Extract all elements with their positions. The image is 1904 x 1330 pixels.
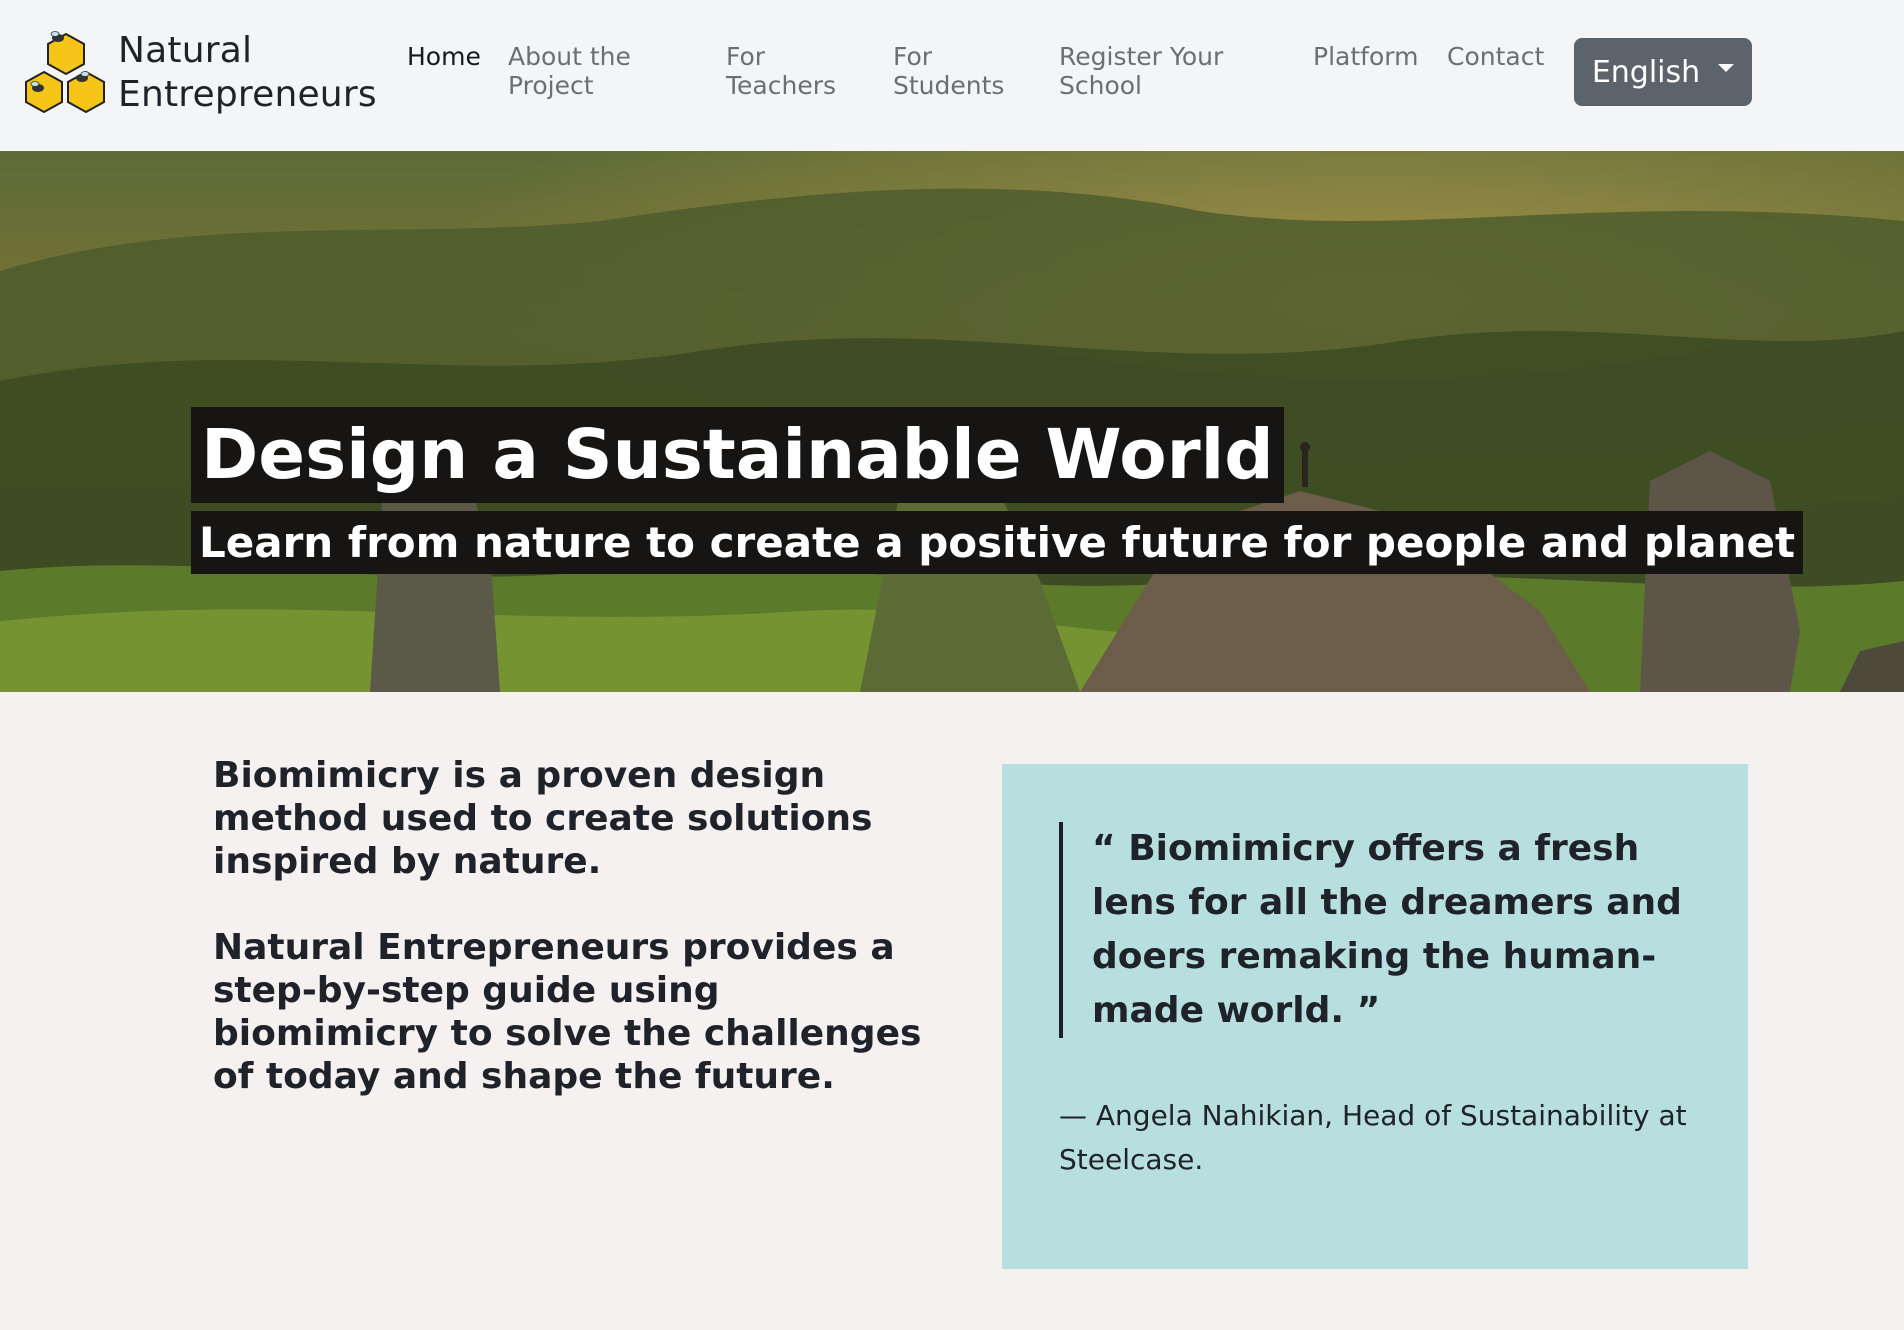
brand-name-line1: Natural <box>118 30 253 71</box>
blockquote-border <box>1059 822 1063 1038</box>
intro-text: Biomimicry is a proven design method use… <box>213 754 938 1141</box>
nav-contact[interactable]: Contact <box>1447 42 1544 71</box>
intro-paragraph-1: Biomimicry is a proven design method use… <box>213 755 873 882</box>
hero-banner: Design a Sustainable World Learn from na… <box>0 151 1904 692</box>
nav-about-label-line1: About the <box>508 42 631 71</box>
nav-teachers-label-line1: For <box>726 42 766 71</box>
language-dropdown-button[interactable]: English <box>1574 38 1752 106</box>
language-label: English <box>1591 54 1701 90</box>
nav-teachers-label-line2: Teachers <box>726 71 836 100</box>
nav-for-students[interactable]: For Students <box>893 42 1004 100</box>
nav-platform[interactable]: Platform <box>1313 42 1418 71</box>
navbar: Natural Entrepreneurs Home About the Pro… <box>0 0 1904 151</box>
caret-down-icon <box>1718 64 1735 72</box>
nav-for-teachers[interactable]: For Teachers <box>726 42 836 100</box>
nav-about-project[interactable]: About the Project <box>508 42 631 100</box>
nav-home[interactable]: Home <box>407 42 481 71</box>
nav-students-label-line1: For <box>893 42 933 71</box>
brand-home-link[interactable]: Natural Entrepreneurs <box>22 26 377 120</box>
nav-register-label-line1: Register Your <box>1059 42 1224 71</box>
nav-register-school[interactable]: Register Your School <box>1059 42 1223 100</box>
hero-title: Design a Sustainable World <box>191 407 1284 503</box>
honeycomb-bees-icon <box>25 31 105 114</box>
nav-students-label-line2: Students <box>893 71 1005 100</box>
nav-about-label-line2: Project <box>508 71 594 100</box>
nav-register-label-line2: School <box>1059 71 1142 100</box>
intro-paragraph-2: Natural Entrepreneurs provides a step-by… <box>213 927 922 1097</box>
intro-section: Biomimicry is a proven design method use… <box>0 692 1904 1330</box>
brand-name: Natural Entrepreneurs <box>118 29 377 117</box>
hero-subtitle: Learn from nature to create a positive f… <box>191 511 1804 574</box>
testimonial-author: — Angela Nahikian, Head of Sustainabilit… <box>1059 1099 1687 1176</box>
brand-name-line2: Entrepreneurs <box>118 74 377 115</box>
testimonial-quote: “ Biomimicry offers a fresh lens for all… <box>1092 828 1682 1031</box>
testimonial-card: “ Biomimicry offers a fresh lens for all… <box>1002 764 1748 1269</box>
